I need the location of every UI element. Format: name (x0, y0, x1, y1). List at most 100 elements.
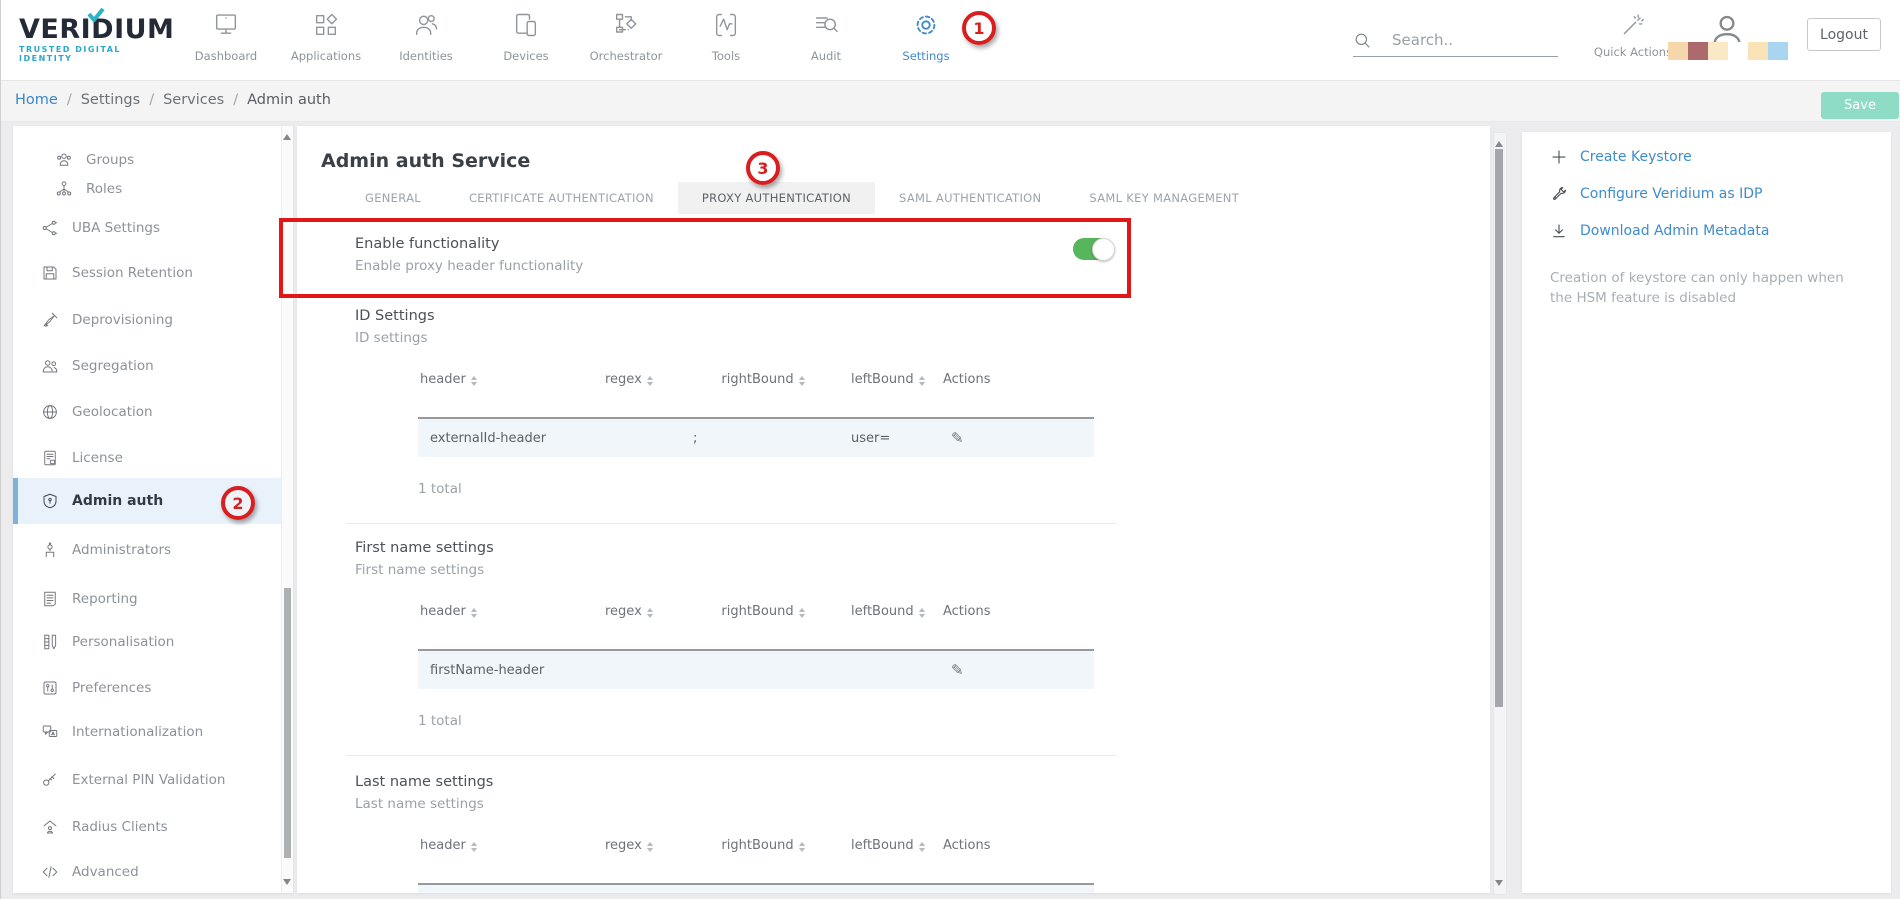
edit-pencil-icon[interactable]: ✎ (935, 429, 1094, 447)
scroll-up-icon[interactable] (283, 134, 291, 140)
column-leftbound[interactable]: leftBound (843, 372, 935, 387)
magic-wand-icon (1620, 12, 1646, 38)
search-icon (1353, 31, 1372, 50)
personalisation-icon (41, 633, 59, 651)
sidebar-scrollbar-thumb[interactable] (284, 588, 291, 858)
nav-item-tools[interactable]: Tools (676, 7, 776, 63)
column-header[interactable]: header (418, 604, 603, 619)
breadcrumb-separator: / (233, 92, 238, 108)
license-icon (41, 449, 59, 467)
deprovisioning-icon (41, 311, 59, 329)
tab-saml-authentication[interactable]: SAML AUTHENTICATION (875, 182, 1065, 214)
scroll-down-icon[interactable] (1495, 880, 1503, 886)
sidebar-item-internationalization[interactable]: Internationalization (13, 718, 281, 746)
sidebar-item-license[interactable]: License (13, 444, 281, 472)
global-search (1353, 24, 1558, 57)
sidebar-item-reporting[interactable]: Reporting (13, 585, 281, 613)
download-admin-metadata-link[interactable]: Download Admin Metadata (1550, 218, 1891, 244)
nav-item-orchestrator[interactable]: Orchestrator (576, 7, 676, 63)
column-leftbound[interactable]: leftBound (843, 604, 935, 619)
sidebar-item-geolocation[interactable]: Geolocation (13, 398, 281, 426)
swatch-2 (1688, 42, 1708, 60)
nav-item-identities[interactable]: Identities (376, 7, 476, 63)
sidebar-item-deprovisioning[interactable]: Deprovisioning (13, 306, 281, 334)
table-header-row: header regex rightBound leftBound Action… (418, 838, 1094, 853)
dashboard-icon (176, 7, 276, 49)
sidebar-item-segregation[interactable]: Segregation (13, 352, 281, 380)
nav-item-audit[interactable]: Audit (776, 7, 876, 63)
uba-settings-icon (41, 219, 59, 237)
primary-nav: Dashboard Applications Identities Device… (176, 7, 976, 63)
content-scrollbar[interactable] (1493, 132, 1507, 895)
sidebar-item-radius-clients[interactable]: Radius Clients (13, 813, 281, 841)
reporting-icon (41, 590, 59, 608)
content-scrollbar-thumb[interactable] (1495, 149, 1503, 707)
advanced-code-icon (41, 863, 59, 881)
tab-certificate-authentication[interactable]: CERTIFICATE AUTHENTICATION (445, 182, 678, 214)
radius-clients-icon (41, 818, 59, 836)
download-icon (1550, 222, 1568, 240)
column-header[interactable]: header (418, 838, 603, 853)
tab-proxy-authentication[interactable]: PROXY AUTHENTICATION (678, 182, 875, 214)
breadcrumb-home[interactable]: Home (15, 92, 58, 108)
breadcrumb-services[interactable]: Services (163, 92, 224, 108)
swatch-6 (1768, 42, 1788, 60)
create-keystore-link[interactable]: Create Keystore (1550, 144, 1891, 170)
section-subtitle: Last name settings (355, 794, 1390, 814)
section-title: Last name settings (355, 772, 1390, 792)
sidebar-item-session-retention[interactable]: Session Retention (13, 259, 281, 287)
nav-item-settings[interactable]: Settings (876, 7, 976, 63)
annotation-step-1: 1 (962, 11, 996, 45)
sidebar-item-preferences[interactable]: Preferences (13, 674, 281, 702)
sort-icon (647, 376, 653, 386)
sidebar-item-advanced[interactable]: Advanced (13, 858, 281, 886)
column-rightbound[interactable]: rightBound (681, 838, 843, 853)
sidebar-item-external-pin-validation[interactable]: External PIN Validation (13, 766, 281, 794)
external-pin-key-icon (41, 771, 59, 789)
id-settings-section: ID Settings ID settings header regex rig… (355, 306, 1390, 497)
column-leftbound[interactable]: leftBound (843, 838, 935, 853)
logout-button[interactable]: Logout (1807, 18, 1881, 51)
column-header[interactable]: header (418, 372, 603, 387)
swatch-3 (1708, 42, 1728, 60)
sort-icon (647, 842, 653, 852)
save-button[interactable]: Save (1821, 92, 1899, 119)
table-total: 1 total (418, 481, 1390, 497)
sidebar-item-administrators[interactable]: Administrators (13, 536, 281, 564)
nav-item-applications[interactable]: Applications (276, 7, 376, 63)
orchestrator-icon (576, 7, 676, 49)
search-input[interactable] (1390, 30, 1544, 50)
cell-rightbound: ; (681, 431, 843, 446)
tab-general[interactable]: GENERAL (341, 182, 445, 214)
applications-icon (276, 7, 376, 49)
section-subtitle: First name settings (355, 560, 1390, 580)
column-rightbound[interactable]: rightBound (681, 372, 843, 387)
sort-icon (919, 842, 925, 852)
configure-veridium-idp-link[interactable]: Configure Veridium as IDP (1550, 181, 1891, 207)
column-regex[interactable]: regex (603, 604, 681, 619)
scroll-down-icon[interactable] (283, 879, 291, 885)
sort-icon (471, 842, 477, 852)
table-header-row: header regex rightBound leftBound Action… (418, 604, 1094, 619)
breadcrumb-settings[interactable]: Settings (81, 92, 140, 108)
sidebar-item-uba-settings[interactable]: UBA Settings (13, 214, 281, 242)
sidebar-item-roles[interactable]: Roles (13, 175, 281, 203)
nav-item-dashboard[interactable]: Dashboard (176, 7, 276, 63)
nav-item-devices[interactable]: Devices (476, 7, 576, 63)
cell-header: firstName-header (418, 663, 603, 678)
edit-pencil-icon[interactable]: ✎ (935, 661, 1094, 679)
column-regex[interactable]: regex (603, 838, 681, 853)
sidebar-item-groups[interactable]: Groups (13, 146, 281, 174)
settings-gear-icon (876, 7, 976, 49)
devices-icon (476, 7, 576, 49)
column-regex[interactable]: regex (603, 372, 681, 387)
scroll-up-icon[interactable] (1495, 141, 1503, 147)
column-rightbound[interactable]: rightBound (681, 604, 843, 619)
id-settings-table: header regex rightBound leftBound Action… (418, 372, 1094, 457)
tab-saml-key-management[interactable]: SAML KEY MANAGEMENT (1065, 182, 1263, 214)
preferences-icon (41, 679, 59, 697)
veridium-logo[interactable]: VERIDIUM TRUSTED DIGITAL IDENTITY (19, 16, 169, 63)
sidebar-item-personalisation[interactable]: Personalisation (13, 628, 281, 656)
annotation-highlight-box (279, 218, 1131, 298)
theme-color-swatches (1668, 42, 1788, 60)
